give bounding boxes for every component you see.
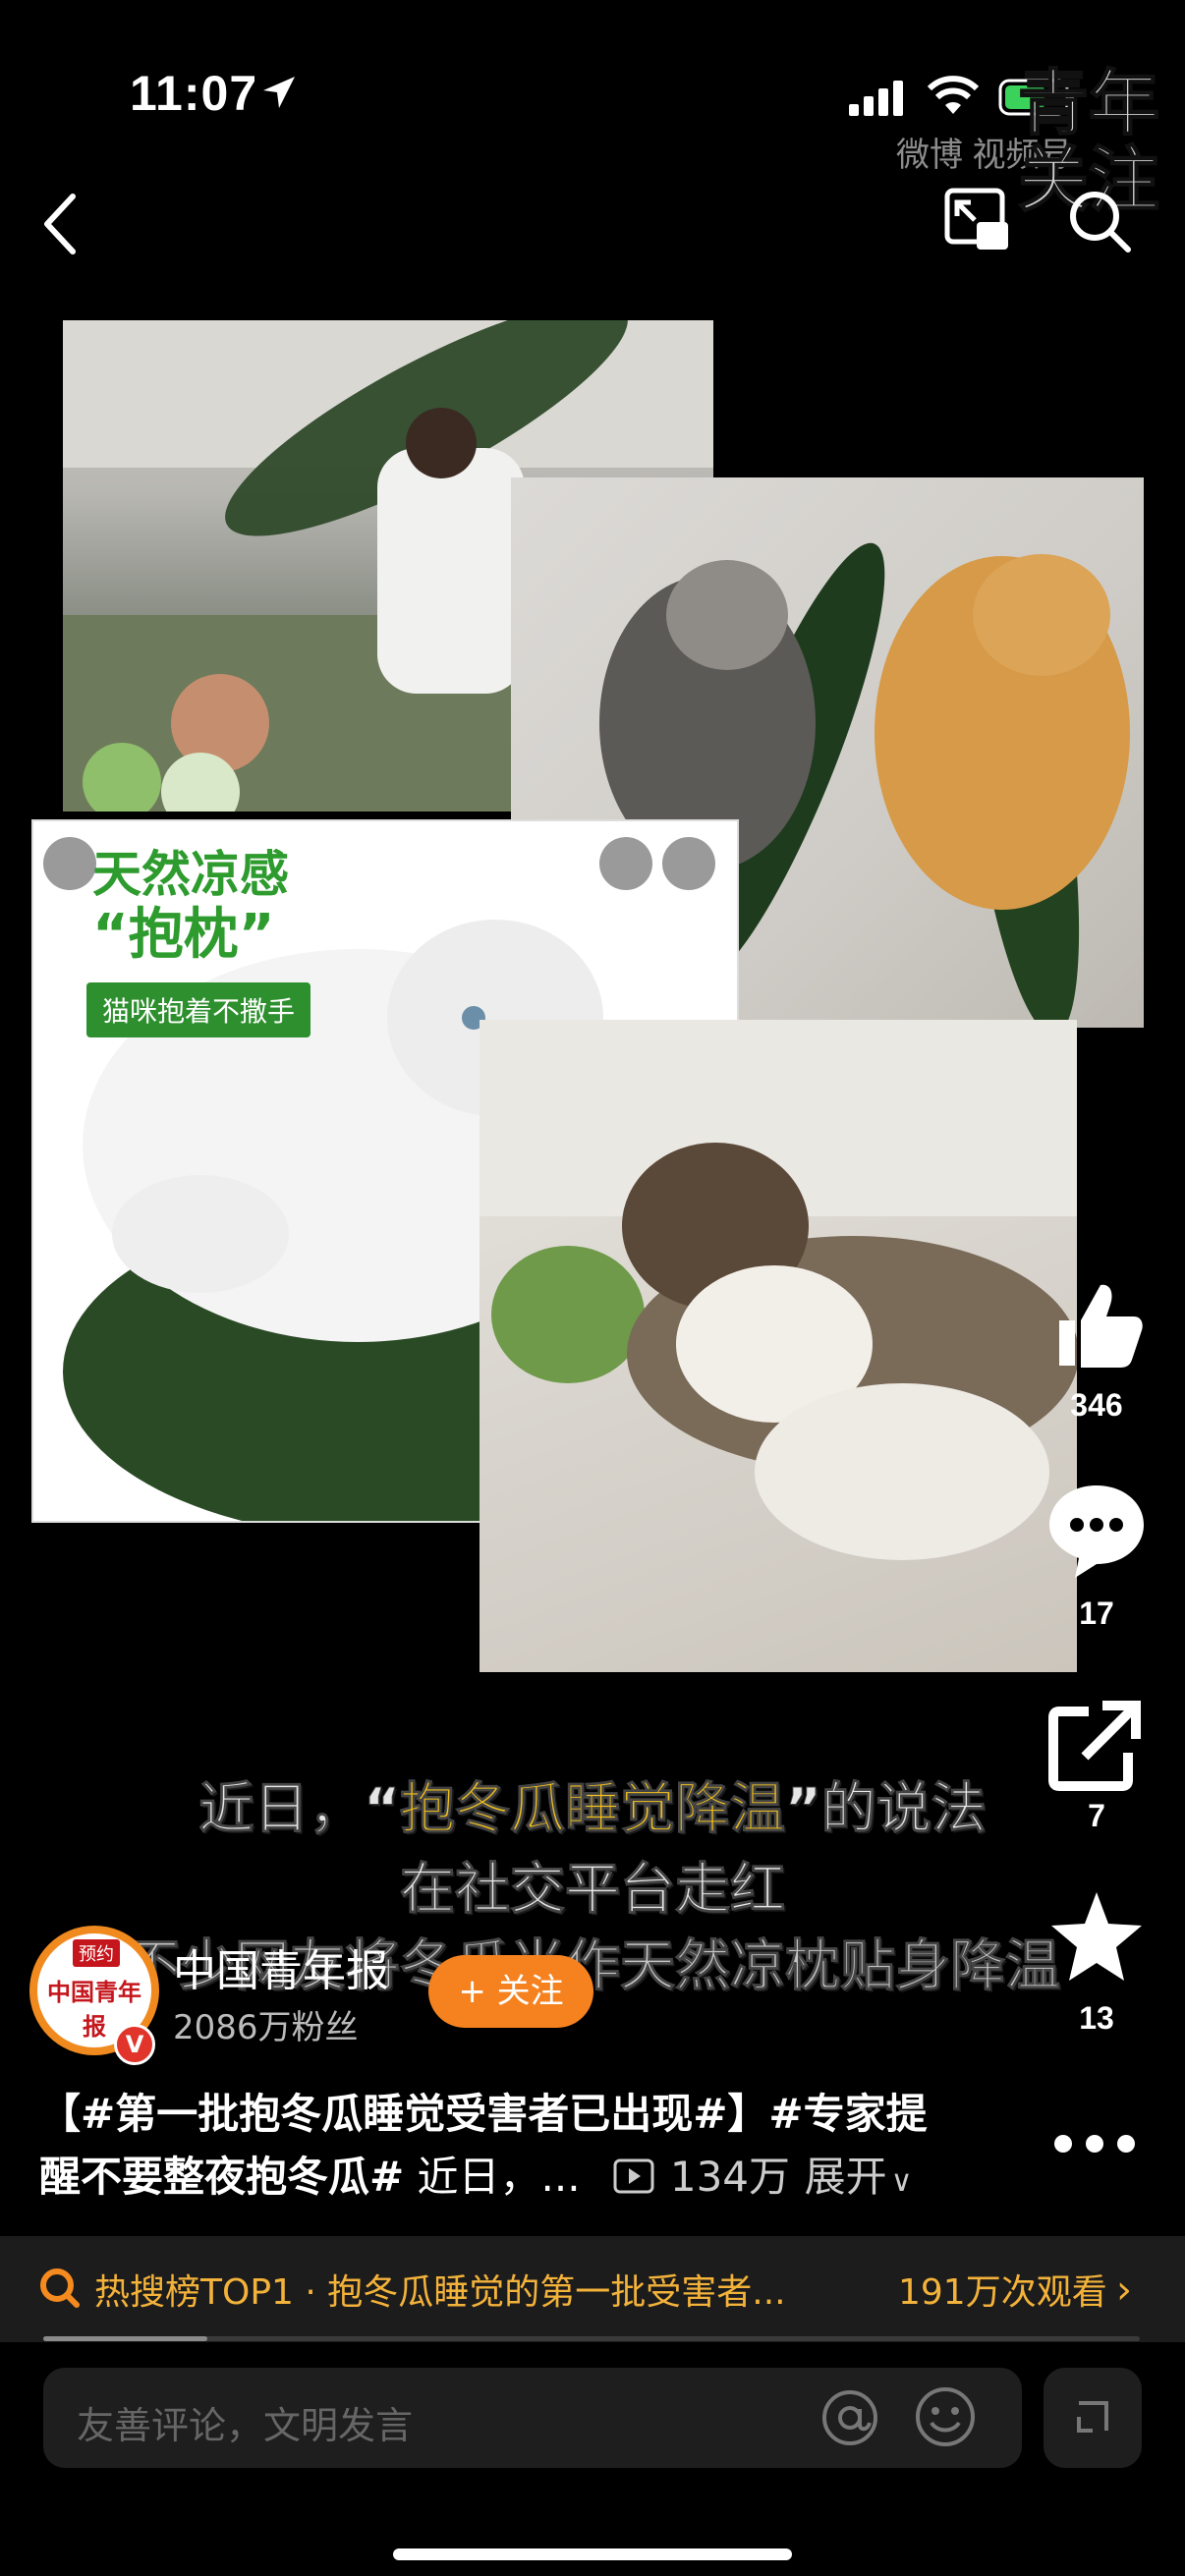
comment-count: 17 — [1079, 1596, 1114, 1631]
like-icon[interactable] — [1045, 1273, 1148, 1375]
share-icon[interactable] — [1045, 1692, 1148, 1794]
post-description-line-1[interactable]: 【#第一批抱冬瓜睡觉受害者已出现#】#专家提 — [39, 2083, 943, 2146]
back-icon[interactable] — [29, 187, 88, 261]
more-icon[interactable] — [1051, 2126, 1138, 2161]
chevron-right-icon: › — [1116, 2268, 1132, 2313]
follow-button[interactable]: + 关注 — [428, 1955, 593, 2028]
ad-edit-icon — [599, 837, 652, 890]
status-time: 11:07 — [130, 66, 258, 121]
ad-cart-icon — [662, 837, 715, 890]
expand-button[interactable]: 展开 ∨ — [805, 2153, 913, 2201]
description-hashtag[interactable]: 醒不要整夜抱冬瓜# — [39, 2153, 404, 2201]
tabby-cat-photo — [480, 1020, 1077, 1672]
home-indicator — [393, 2548, 792, 2560]
favorite-count: 13 — [1079, 2000, 1114, 2036]
ad-subtitle: “抱枕” — [92, 903, 275, 967]
fan-count: 2086万粉丝 — [173, 2008, 359, 2047]
video-progress-fill — [43, 2336, 208, 2341]
hot-search-icon — [40, 2268, 80, 2308]
play-count: 134万 — [669, 2153, 791, 2201]
verified-badge: V — [114, 2024, 155, 2065]
caption-line-2: 在社交平台走红 — [400, 1858, 786, 1923]
post-description-line-2[interactable]: 醒不要整夜抱冬瓜# 近日，... 134万 展开 ∨ — [39, 2146, 913, 2213]
expand-icon[interactable] — [1044, 2368, 1142, 2468]
comment-placeholder: 友善评论，文明发言 — [77, 2404, 414, 2447]
comment-icon[interactable] — [1045, 1480, 1148, 1582]
expand-label: 展开 — [804, 2153, 887, 2201]
ad-back-icon — [43, 837, 96, 890]
share-count: 7 — [1088, 1798, 1105, 1833]
emoji-icon[interactable] — [914, 2385, 977, 2448]
caption-highlight: 抱冬瓜睡觉降温 — [400, 1777, 786, 1842]
like-count: 346 — [1070, 1387, 1123, 1423]
caption-line-1-suffix: ”的说法 — [785, 1777, 988, 1842]
play-icon — [613, 2158, 654, 2194]
wifi-icon — [927, 76, 980, 114]
location-arrow-icon — [263, 77, 295, 108]
comment-input[interactable]: 友善评论，文明发言 — [43, 2368, 1022, 2468]
favorite-icon[interactable] — [1045, 1886, 1148, 1988]
at-icon[interactable] — [819, 2387, 880, 2448]
ad-tag: 猫咪抱着不撒手 — [86, 982, 311, 1037]
description-text: 近日，... — [404, 2153, 581, 2201]
hot-search-bar[interactable]: 热搜榜TOP1 · 抱冬瓜睡觉的第一批受害者... 191万次观看 › — [0, 2236, 1185, 2342]
hot-search-views: 191万次观看 — [898, 2272, 1107, 2313]
signal-icon — [849, 81, 903, 116]
chevron-down-icon: ∨ — [890, 2164, 913, 2199]
caption-line-1-prefix: 近日，“ — [198, 1777, 401, 1842]
video-page: 11:07 微博 视频号 青年 关注 天然凉感 “抱枕” 猫咪抱着不撒手 近日，… — [0, 0, 1185, 2576]
search-icon[interactable] — [1065, 187, 1134, 255]
hot-search-text: 热搜榜TOP1 · 抱冬瓜睡觉的第一批受害者... — [94, 2272, 786, 2313]
author-name[interactable]: 中国青年报 — [173, 1935, 389, 1998]
video-progress-bar[interactable] — [43, 2336, 1140, 2341]
pip-icon[interactable] — [943, 187, 1014, 253]
avatar-badge: 预约 — [73, 1939, 120, 1967]
